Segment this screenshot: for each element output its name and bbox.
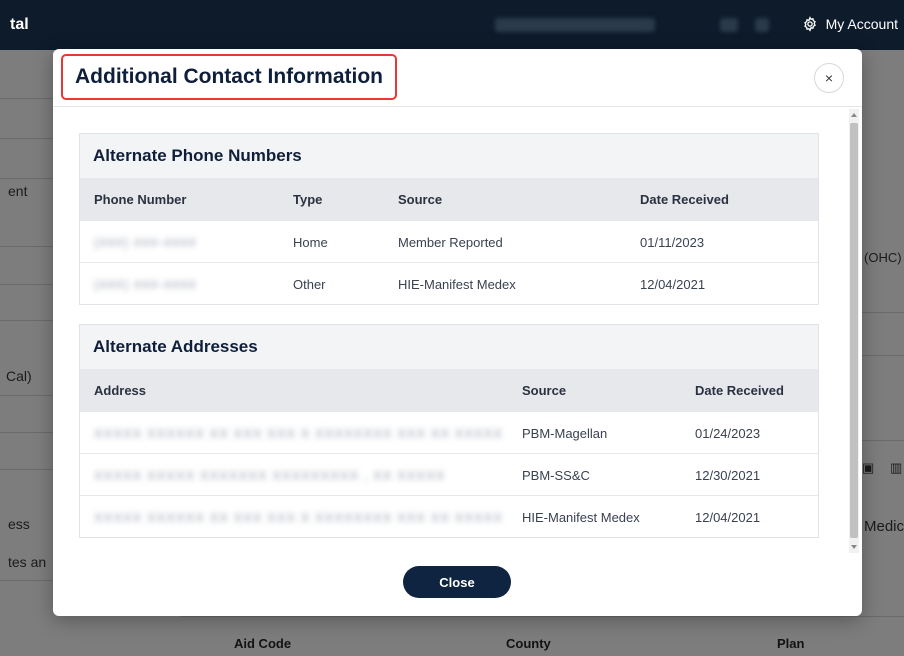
- phone-number-cell: (###) ###-####: [94, 235, 197, 250]
- my-account-menu[interactable]: My Account: [802, 16, 898, 32]
- phone-type-cell: Other: [293, 277, 326, 292]
- blurred-icon: [720, 18, 738, 32]
- table-row: XXXXX XXXXXX XX XXX XXX X XXXXXXXX XXX X…: [80, 495, 818, 537]
- scroll-thumb[interactable]: [850, 123, 858, 538]
- app-topbar: tal My Account: [0, 0, 904, 50]
- bg-text-fragment: ess: [8, 516, 30, 532]
- close-icon[interactable]: ×: [814, 63, 844, 93]
- bg-divider: [0, 320, 60, 321]
- bg-label-aid-code: Aid Code: [234, 636, 292, 651]
- bg-divider: [0, 178, 60, 179]
- column-header: Date Received: [695, 383, 784, 398]
- bg-divider: [862, 355, 904, 356]
- close-button[interactable]: Close: [403, 566, 511, 598]
- address-date-cell: 12/04/2021: [695, 510, 761, 525]
- column-header: Phone Number: [94, 192, 187, 207]
- modal-scrollbar[interactable]: [849, 109, 859, 553]
- bg-divider: [0, 138, 60, 139]
- bg-label-plan: Plan: [777, 636, 805, 651]
- bg-divider: [0, 395, 60, 396]
- phones-table-header: Phone Number Type Source Date Received: [80, 178, 818, 220]
- my-account-label: My Account: [825, 16, 898, 32]
- address-cell: XXXXX XXXXXX XX XXX XXX X XXXXXXXX XXX X…: [94, 426, 504, 441]
- bg-divider: [0, 284, 60, 285]
- bg-divider: [0, 98, 60, 99]
- address-source-cell: PBM-SS&C: [522, 468, 590, 483]
- scroll-down-arrow-icon[interactable]: [851, 545, 857, 549]
- bg-text-fragment: Medic: [864, 518, 904, 535]
- bg-divider: [0, 246, 60, 247]
- address-source-cell: PBM-Magellan: [522, 426, 608, 441]
- bg-text-fragment: ent: [8, 183, 28, 199]
- chart-icon: ▥: [890, 460, 903, 475]
- addresses-table-header: Address Source Date Received: [80, 369, 818, 411]
- addresses-section-title: Alternate Addresses: [80, 325, 818, 369]
- phone-source-cell: HIE-Manifest Medex: [398, 277, 516, 292]
- table-row: (###) ###-#### Other HIE-Manifest Medex …: [80, 262, 818, 304]
- column-header: Source: [522, 383, 567, 398]
- modal-body: Alternate Phone Numbers Phone Number Typ…: [53, 107, 862, 556]
- bg-text-fragment: tes an: [8, 554, 47, 570]
- address-date-cell: 01/24/2023: [695, 426, 761, 441]
- blurred-user-info: [495, 18, 655, 32]
- bg-divider: [862, 440, 904, 441]
- scroll-up-arrow-icon[interactable]: [851, 113, 857, 117]
- bg-divider: [862, 312, 904, 313]
- blurred-icon: [755, 18, 769, 32]
- bg-divider: [0, 469, 60, 470]
- bg-divider: [0, 432, 60, 433]
- address-date-cell: 12/30/2021: [695, 468, 761, 483]
- address-cell: XXXXX XXXXXX XX XXX XXX X XXXXXXXX XXX X…: [94, 510, 504, 525]
- bg-divider: [180, 616, 904, 617]
- phones-section-title: Alternate Phone Numbers: [80, 134, 818, 178]
- addresses-section: Alternate Addresses Address Source Date …: [79, 324, 819, 538]
- bg-text-fragment: Cal): [6, 368, 32, 384]
- contact-card-icon: ▣: [862, 460, 875, 475]
- table-row: XXXXX XXXXX XXXXXXX XXXXXXXXX , XX XXXXX…: [80, 453, 818, 495]
- modal-header: Additional Contact Information ×: [53, 49, 862, 107]
- bg-label-county: County: [506, 636, 551, 651]
- column-header: Source: [398, 192, 443, 207]
- gear-icon: [803, 16, 816, 32]
- bg-text-fragment: (OHC): [864, 250, 902, 265]
- phone-date-cell: 01/11/2023: [640, 235, 705, 250]
- bg-divider: [0, 580, 60, 581]
- phone-source-cell: Member Reported: [398, 235, 503, 250]
- phone-number-cell: (###) ###-####: [94, 277, 197, 292]
- column-header: Date Received: [640, 192, 729, 207]
- app-brand: tal: [10, 16, 29, 33]
- phone-date-cell: 12/04/2021: [640, 277, 706, 292]
- contact-info-modal: Additional Contact Information × Alterna…: [53, 49, 862, 616]
- column-header: Address: [94, 383, 147, 398]
- phones-section: Alternate Phone Numbers Phone Number Typ…: [79, 133, 819, 305]
- phone-type-cell: Home: [293, 235, 328, 250]
- modal-title: Additional Contact Information: [61, 54, 397, 100]
- table-row: XXXXX XXXXXX XX XXX XXX X XXXXXXXX XXX X…: [80, 411, 818, 453]
- column-header: Type: [293, 192, 323, 207]
- table-row: (###) ###-#### Home Member Reported 01/1…: [80, 220, 818, 262]
- address-source-cell: HIE-Manifest Medex: [522, 510, 640, 525]
- address-cell: XXXXX XXXXX XXXXXXX XXXXXXXXX , XX XXXXX: [94, 468, 446, 483]
